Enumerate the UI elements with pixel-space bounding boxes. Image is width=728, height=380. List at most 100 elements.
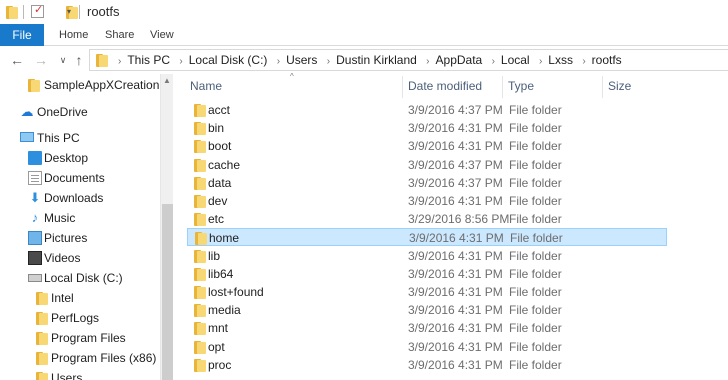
chevron-right-icon[interactable]: › (179, 56, 182, 67)
scroll-thumb[interactable] (162, 204, 173, 380)
chevron-right-icon[interactable]: › (327, 56, 330, 67)
nav-item-onedrive[interactable]: ☁ OneDrive (0, 102, 160, 122)
table-row[interactable]: lost+found 3/9/2016 4:31 PM File folder (187, 283, 667, 301)
customize-dropdown-icon[interactable]: ▾ (67, 7, 71, 21)
crumb-users[interactable]: Users (286, 53, 317, 67)
nav-item-desktop[interactable]: Desktop (0, 148, 160, 168)
file-date-modified: 3/9/2016 4:31 PM (408, 139, 503, 153)
nav-item-music[interactable]: ♪ Music (0, 208, 160, 228)
crumb-this-pc[interactable]: This PC (127, 53, 170, 67)
tab-share[interactable]: Share (105, 24, 134, 46)
table-row[interactable]: proc 3/9/2016 4:31 PM File folder (187, 356, 667, 374)
nav-item-videos[interactable]: Videos (0, 248, 160, 268)
table-row[interactable]: boot 3/9/2016 4:31 PM File folder (187, 137, 667, 155)
properties-checkbox-icon[interactable]: ✓ (31, 4, 44, 18)
column-type[interactable]: Type (508, 74, 534, 98)
folder-icon (36, 291, 50, 305)
crumb-rootfs[interactable]: rootfs (592, 53, 622, 67)
file-date-modified: 3/9/2016 4:31 PM (408, 340, 503, 354)
chevron-down-icon[interactable]: ∨ (56, 52, 70, 68)
arrow-left-icon[interactable]: ← (10, 52, 24, 68)
toolbar-divider (23, 5, 24, 19)
crumb-lxss[interactable]: Lxss (548, 53, 573, 67)
music-icon: ♪ (31, 210, 39, 225)
arrow-up-icon[interactable]: ↑ (72, 52, 86, 68)
file-date-modified: 3/9/2016 4:31 PM (408, 194, 503, 208)
nav-item-perflogs[interactable]: PerfLogs (0, 308, 160, 328)
file-name: data (208, 176, 232, 190)
chevron-right-icon[interactable]: › (539, 56, 542, 67)
nav-item-local-disk[interactable]: Local Disk (C:) (0, 268, 160, 288)
file-name: lost+found (208, 285, 264, 299)
file-type: File folder (509, 267, 562, 281)
column-divider[interactable] (502, 76, 503, 98)
folder-icon (96, 53, 108, 67)
nav-item-sampleappxcreation[interactable]: SampleAppXCreation (0, 75, 160, 95)
nav-item-program-files[interactable]: Program Files (0, 328, 160, 348)
title-bar: ✓ ▾ rootfs (0, 0, 728, 24)
file-list: ^ Name Date modified Type Size acct 3/9/2… (173, 72, 728, 380)
folder-icon (194, 139, 206, 153)
tab-view[interactable]: View (150, 24, 174, 46)
file-type: File folder (509, 212, 562, 226)
table-row[interactable]: acct 3/9/2016 4:37 PM File folder (187, 101, 667, 119)
column-size[interactable]: Size (608, 74, 631, 98)
folder-icon (194, 212, 206, 226)
file-type: File folder (509, 285, 562, 299)
file-date-modified: 3/9/2016 4:37 PM (408, 176, 503, 190)
folder-icon (194, 158, 206, 172)
documents-icon (28, 171, 42, 185)
folder-icon (195, 231, 207, 245)
file-date-modified: 3/9/2016 4:31 PM (408, 358, 503, 372)
file-date-modified: 3/9/2016 4:31 PM (408, 121, 503, 135)
chevron-right-icon[interactable]: › (277, 56, 280, 67)
column-name[interactable]: Name (190, 74, 222, 98)
table-row[interactable]: lib64 3/9/2016 4:31 PM File folder (187, 265, 667, 283)
crumb-local-disk[interactable]: Local Disk (C:) (189, 53, 268, 67)
table-row[interactable]: etc 3/29/2016 8:56 PM File folder (187, 210, 667, 228)
nav-item-this-pc[interactable]: This PC (0, 128, 160, 148)
crumb-user[interactable]: Dustin Kirkland (336, 53, 417, 67)
column-divider[interactable] (602, 76, 603, 98)
folder-icon (36, 371, 50, 380)
table-row[interactable]: home 3/9/2016 4:31 PM File folder (187, 228, 667, 246)
table-row[interactable]: opt 3/9/2016 4:31 PM File folder (187, 338, 667, 356)
table-row[interactable]: media 3/9/2016 4:31 PM File folder (187, 301, 667, 319)
chevron-right-icon[interactable]: › (118, 56, 121, 67)
nav-item-users[interactable]: Users (0, 368, 160, 380)
arrow-right-icon[interactable]: → (34, 52, 48, 68)
table-row[interactable]: data 3/9/2016 4:37 PM File folder (187, 174, 667, 192)
navigation-scrollbar[interactable]: ▲ (160, 74, 173, 380)
column-divider[interactable] (402, 76, 403, 98)
tab-file[interactable]: File (0, 24, 44, 46)
column-date-modified[interactable]: Date modified (408, 74, 482, 98)
table-row[interactable]: bin 3/9/2016 4:31 PM File folder (187, 119, 667, 137)
nav-item-pictures[interactable]: Pictures (0, 228, 160, 248)
folder-icon (194, 340, 206, 354)
table-row[interactable]: cache 3/9/2016 4:37 PM File folder (187, 156, 667, 174)
nav-item-documents[interactable]: Documents (0, 168, 160, 188)
folder-icon (36, 311, 50, 325)
file-name: lib64 (208, 267, 234, 281)
nav-item-downloads[interactable]: ⬇ Downloads (0, 188, 160, 208)
crumb-local[interactable]: Local (501, 53, 530, 67)
folder-icon (36, 351, 50, 365)
nav-item-program-files-x86[interactable]: Program Files (x86) (0, 348, 160, 368)
table-row[interactable]: lib 3/9/2016 4:31 PM File folder (187, 247, 667, 265)
nav-item-intel[interactable]: Intel (0, 288, 160, 308)
crumb-appdata[interactable]: AppData (436, 53, 483, 67)
chevron-right-icon[interactable]: › (582, 56, 585, 67)
file-type: File folder (509, 194, 562, 208)
file-name: boot (208, 139, 232, 153)
table-row[interactable]: dev 3/9/2016 4:31 PM File folder (187, 192, 667, 210)
chevron-right-icon[interactable]: › (492, 56, 495, 67)
desktop-icon (28, 151, 42, 165)
chevron-right-icon[interactable]: › (426, 56, 429, 67)
folder-icon (194, 303, 206, 317)
file-date-modified: 3/9/2016 4:31 PM (408, 321, 503, 335)
tab-home[interactable]: Home (59, 24, 88, 46)
scroll-up-icon[interactable]: ▲ (163, 76, 171, 85)
address-bar[interactable]: › This PC › Local Disk (C:) › Users › Dustin… (89, 49, 728, 71)
table-row[interactable]: mnt 3/9/2016 4:31 PM File folder (187, 319, 667, 337)
file-type: File folder (509, 176, 562, 190)
